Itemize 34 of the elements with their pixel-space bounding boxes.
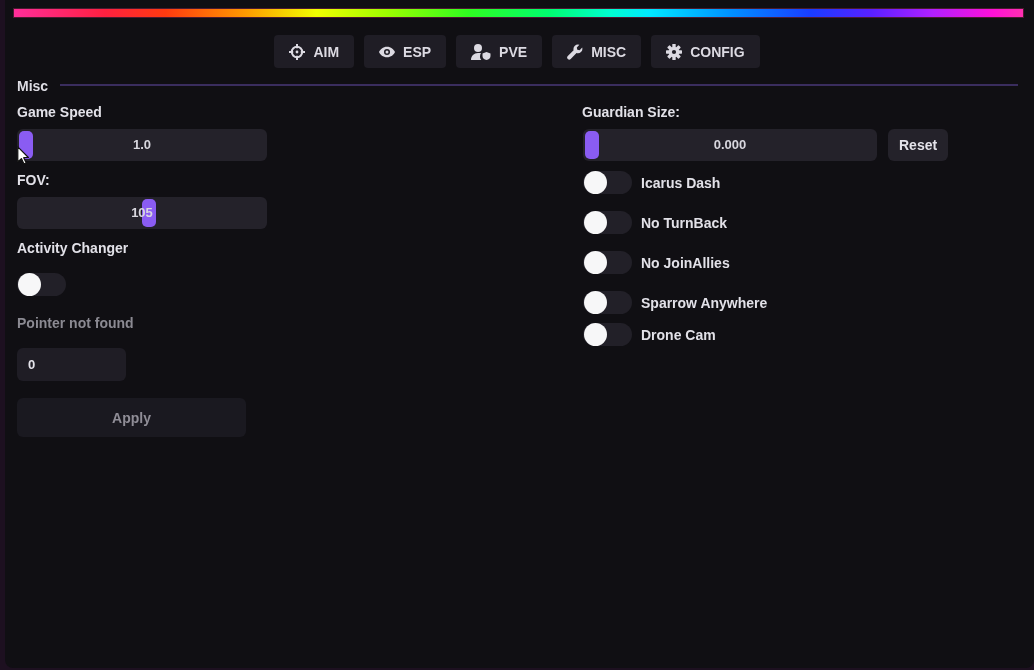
toggle-label: No JoinAllies xyxy=(641,254,730,271)
slider-thumb[interactable] xyxy=(585,131,599,159)
toggle-switch[interactable] xyxy=(583,323,632,346)
tab[interactable]: ESP xyxy=(364,35,447,68)
toggle-switch[interactable] xyxy=(17,273,66,296)
toggle-switch[interactable] xyxy=(583,291,632,314)
settings-icon xyxy=(666,43,683,60)
tab[interactable]: MISC xyxy=(552,35,642,68)
toggle-switch[interactable] xyxy=(583,171,632,194)
mouse-pointer-icon xyxy=(17,146,29,165)
tab[interactable]: CONFIG xyxy=(651,35,760,68)
field-label: Activity Changer xyxy=(17,240,129,256)
tab[interactable]: PVE xyxy=(456,35,543,68)
reset-button[interactable]: Reset xyxy=(888,129,949,161)
toggle-label: Icarus Dash xyxy=(641,174,721,191)
toggle-label: Drone Cam xyxy=(641,326,716,343)
slider-track[interactable]: 0.000 xyxy=(583,129,877,161)
field-label: Guardian Size: xyxy=(582,104,681,120)
field-label: FOV: xyxy=(17,172,50,188)
number-input[interactable]: 0 xyxy=(17,348,126,381)
wrench-icon xyxy=(567,43,584,60)
crosshair-icon xyxy=(289,43,306,60)
toggle-switch[interactable] xyxy=(583,251,632,274)
slider-value: 0.000 xyxy=(713,137,747,153)
section-title: Misc xyxy=(17,78,49,94)
user-shield-icon xyxy=(471,43,492,60)
slider-value: 1.0 xyxy=(132,137,152,153)
field-label: Game Speed xyxy=(17,104,102,120)
toggle-label: Sparrow Anywhere xyxy=(641,294,768,311)
status-text: Pointer not found xyxy=(17,315,134,331)
toggle-switch[interactable] xyxy=(583,211,632,234)
slider-track[interactable]: 1.0 xyxy=(17,129,267,161)
tab[interactable]: AIM xyxy=(274,35,355,68)
toggle-label: No TurnBack xyxy=(641,214,728,231)
